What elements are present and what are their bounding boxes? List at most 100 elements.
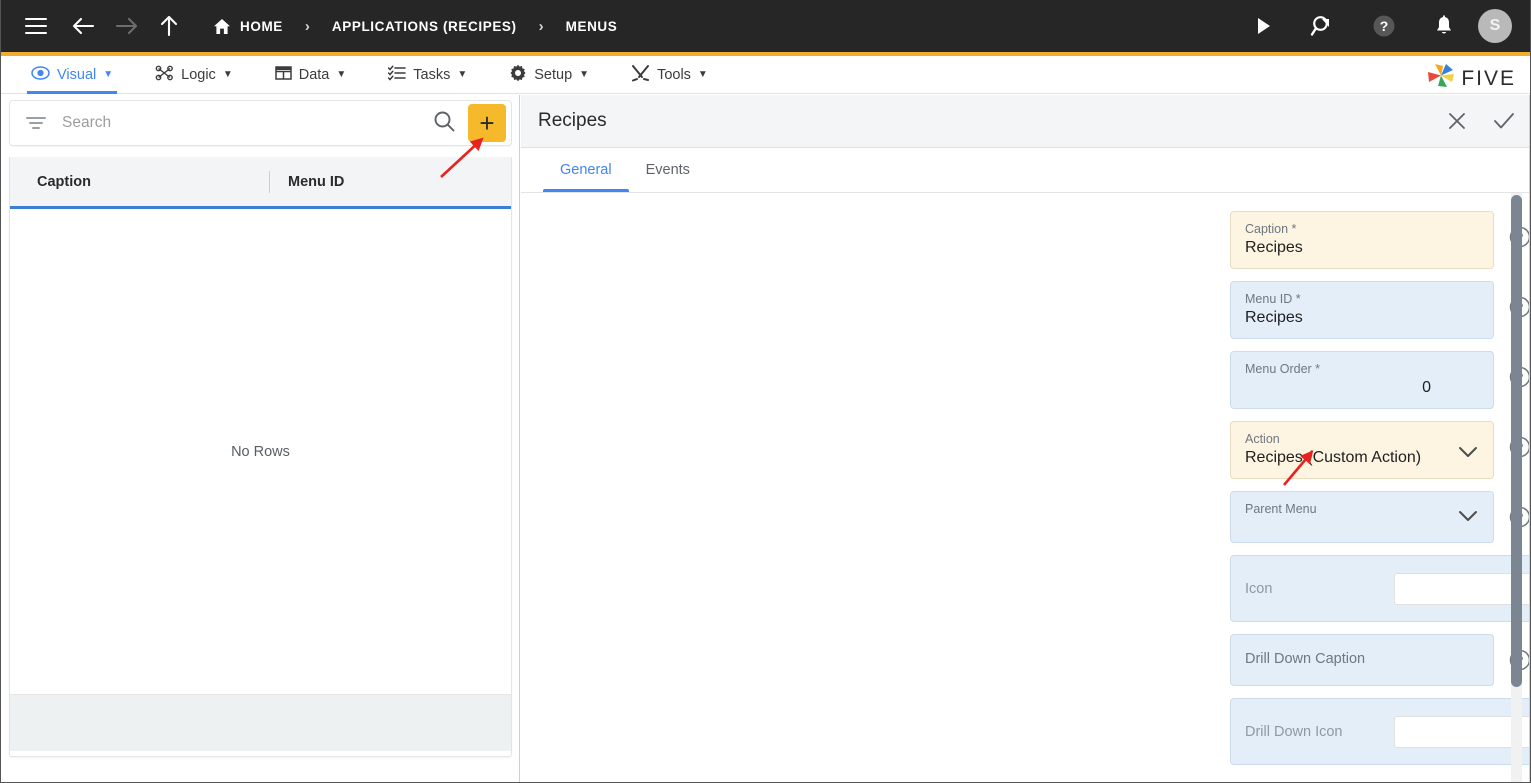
search-icon[interactable] <box>432 109 456 138</box>
column-divider[interactable] <box>269 170 270 193</box>
menu-item-tasks[interactable]: Tasks ▼ <box>374 56 481 94</box>
breadcrumb-item-applications[interactable]: APPLICATIONS (RECIPES) <box>332 19 517 34</box>
grid-column-header-menu-id[interactable]: Menu ID <box>288 174 344 190</box>
search-voice-icon[interactable] <box>1310 14 1334 38</box>
form-row-drill-down-caption: Drill Down Caption ? <box>521 634 1530 686</box>
field-label: Drill Down Caption <box>1245 651 1366 667</box>
scrollbar-thumb[interactable] <box>1511 195 1522 687</box>
field-label: Drill Down Icon <box>1245 723 1343 740</box>
menu-item-label: Tasks <box>413 66 451 83</box>
home-icon <box>213 18 231 35</box>
top-navigation-bar: HOME › APPLICATIONS (RECIPES) › MENUS ? … <box>1 0 1530 52</box>
menu-order-field[interactable]: Menu Order * 0 <box>1230 351 1494 409</box>
field-value <box>1245 674 1479 696</box>
detail-header-actions <box>1447 111 1515 131</box>
chevron-down-icon[interactable] <box>1457 445 1479 464</box>
form-row-drill-down-icon: Drill Down Icon <box>521 698 1530 765</box>
eye-icon <box>31 65 50 84</box>
page-title: Recipes <box>538 110 607 131</box>
topbar-actions: ? S <box>1256 9 1512 43</box>
menu-item-setup[interactable]: Setup ▼ <box>495 56 603 94</box>
field-value: Recipes (Custom Action) <box>1245 449 1422 466</box>
field-label: Parent Menu <box>1245 502 1317 516</box>
menu-item-tools[interactable]: Tools ▼ <box>617 56 722 94</box>
grid-column-header-caption[interactable]: Caption <box>37 174 269 190</box>
chevron-down-icon[interactable] <box>1457 509 1479 528</box>
empty-state-message: No Rows <box>231 443 290 460</box>
help-circle-icon[interactable]: ? <box>1372 14 1396 38</box>
back-arrow-icon[interactable] <box>70 15 96 37</box>
field-value <box>1245 517 1479 539</box>
field-label: Caption * <box>1245 222 1297 236</box>
parent-menu-select-field[interactable]: Parent Menu <box>1230 491 1494 543</box>
menu-item-label: Visual <box>57 66 97 83</box>
menu-item-label: Setup <box>534 66 573 83</box>
application-window: HOME › APPLICATIONS (RECIPES) › MENUS ? … <box>0 0 1531 783</box>
chevron-down-icon: ▼ <box>579 68 590 80</box>
menu-icon[interactable] <box>25 18 47 34</box>
menu-item-data[interactable]: Data ▼ <box>261 56 361 94</box>
tab-general[interactable]: General <box>543 148 629 192</box>
grid-body: No Rows <box>10 209 511 694</box>
vertical-scrollbar[interactable] <box>1511 193 1522 782</box>
drill-down-caption-field[interactable]: Drill Down Caption <box>1230 634 1494 686</box>
records-grid: Caption Menu ID No Rows <box>9 157 512 757</box>
up-arrow-icon[interactable] <box>158 14 180 38</box>
menu-item-label: Tools <box>657 66 691 83</box>
menu-item-logic[interactable]: Logic ▼ <box>141 56 247 94</box>
detail-form: Caption * Recipes ? Menu ID * Recipes ? <box>521 193 1530 782</box>
tab-events[interactable]: Events <box>629 148 707 192</box>
brand-logo: FIVE <box>1426 62 1516 95</box>
chevron-down-icon: ▼ <box>697 68 708 80</box>
records-list-panel: + Caption Menu ID No Rows <box>1 95 520 782</box>
breadcrumb-item-menus[interactable]: MENUS <box>566 19 618 34</box>
svg-text:?: ? <box>1380 18 1389 34</box>
form-row-menu-order: Menu Order * 0 ? <box>521 351 1530 409</box>
menu-item-visual[interactable]: Visual ▼ <box>17 56 127 94</box>
forward-arrow-icon[interactable] <box>114 15 140 37</box>
panel-edge <box>1529 95 1530 782</box>
breadcrumb-item-home[interactable]: HOME <box>240 19 283 34</box>
chevron-down-icon: ▼ <box>457 68 468 80</box>
checklist-icon <box>388 65 407 85</box>
caption-field[interactable]: Caption * Recipes <box>1230 211 1494 269</box>
field-value: Recipes <box>1245 239 1303 256</box>
form-row-caption: Caption * Recipes ? <box>521 211 1530 269</box>
filter-icon[interactable] <box>26 116 46 130</box>
drill-down-icon-picker-field[interactable]: Drill Down Icon <box>1230 698 1530 765</box>
close-icon[interactable] <box>1447 111 1467 131</box>
breadcrumb: HOME › APPLICATIONS (RECIPES) › MENUS <box>213 18 617 35</box>
notifications-bell-icon[interactable] <box>1434 15 1454 37</box>
field-label: Menu Order * <box>1245 362 1321 376</box>
detail-header: Recipes <box>521 95 1530 148</box>
record-detail-panel: Recipes General Events Caption * Recipes… <box>521 95 1530 782</box>
plus-icon: + <box>479 108 495 138</box>
active-indicator <box>543 189 629 192</box>
field-value: Recipes <box>1245 309 1303 326</box>
confirm-check-icon[interactable] <box>1493 111 1515 131</box>
tab-label: Events <box>645 162 690 178</box>
chevron-down-icon: ▼ <box>222 68 233 80</box>
search-toolbar: + <box>9 100 512 146</box>
action-select-field[interactable]: Action Recipes (Custom Action) <box>1230 421 1494 479</box>
menu-item-label: Logic <box>181 66 216 83</box>
form-row-action: Action Recipes (Custom Action) ? <box>521 421 1530 479</box>
menu-id-field[interactable]: Menu ID * Recipes <box>1230 281 1494 339</box>
five-pinwheel-icon <box>1426 62 1456 95</box>
module-menu-bar: Visual ▼ Logic ▼ Data ▼ Tasks ▼ Setup ▼ … <box>1 56 1530 95</box>
breadcrumb-separator: › <box>538 17 544 35</box>
tools-icon <box>631 64 650 86</box>
run-play-icon[interactable] <box>1256 17 1272 35</box>
form-row-icon: Icon <box>521 555 1530 622</box>
avatar[interactable]: S <box>1478 9 1512 43</box>
icon-picker-field[interactable]: Icon <box>1230 555 1530 622</box>
form-row-menu-id: Menu ID * Recipes ? <box>521 281 1530 339</box>
grid-header-row: Caption Menu ID <box>10 157 511 209</box>
menu-item-label: Data <box>298 66 330 83</box>
field-value: 0 <box>1422 379 1431 396</box>
detail-tabs: General Events <box>521 148 1530 193</box>
nodes-icon <box>155 65 174 85</box>
add-record-button[interactable]: + <box>468 104 506 142</box>
active-indicator <box>27 90 118 94</box>
search-input[interactable] <box>62 114 432 132</box>
